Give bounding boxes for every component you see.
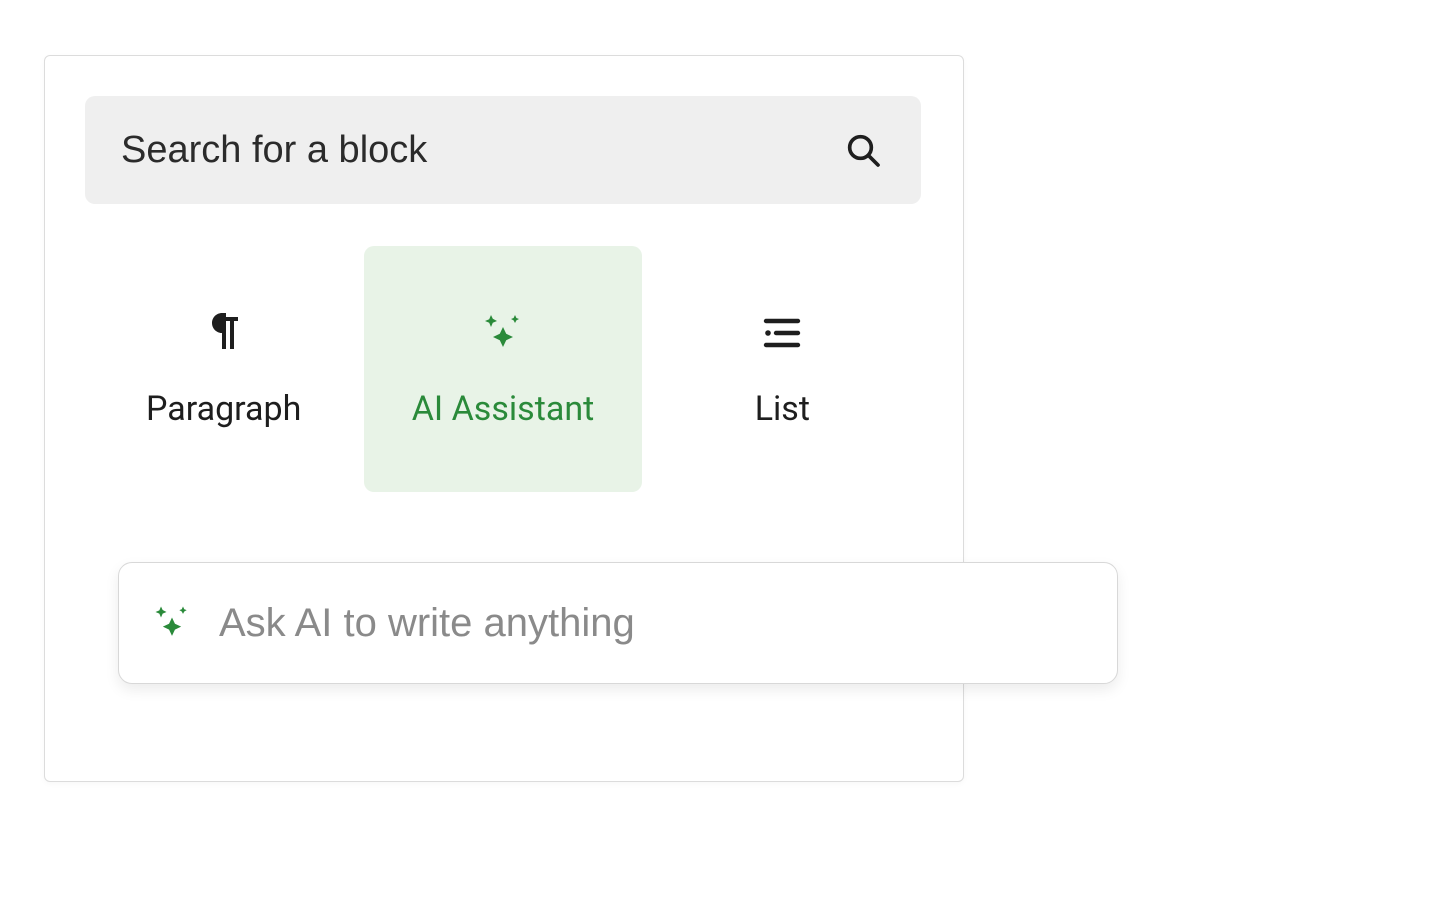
ai-prompt-input[interactable] — [217, 600, 1087, 647]
block-item-paragraph[interactable]: Paragraph — [85, 246, 362, 492]
search-bar[interactable] — [85, 96, 921, 204]
list-icon — [758, 309, 806, 357]
block-item-list[interactable]: List — [644, 246, 921, 492]
search-icon — [839, 126, 887, 174]
block-grid: Paragraph AI Assistant Li — [85, 246, 921, 492]
block-item-label: Paragraph — [146, 389, 301, 429]
sparkles-icon — [149, 600, 195, 646]
ai-prompt-bar[interactable] — [118, 562, 1118, 684]
search-input[interactable] — [119, 128, 839, 173]
sparkles-icon — [479, 309, 527, 357]
paragraph-icon — [200, 309, 248, 357]
block-item-label: List — [755, 389, 810, 429]
block-item-label: AI Assistant — [412, 389, 594, 429]
block-item-ai-assistant[interactable]: AI Assistant — [364, 246, 641, 492]
